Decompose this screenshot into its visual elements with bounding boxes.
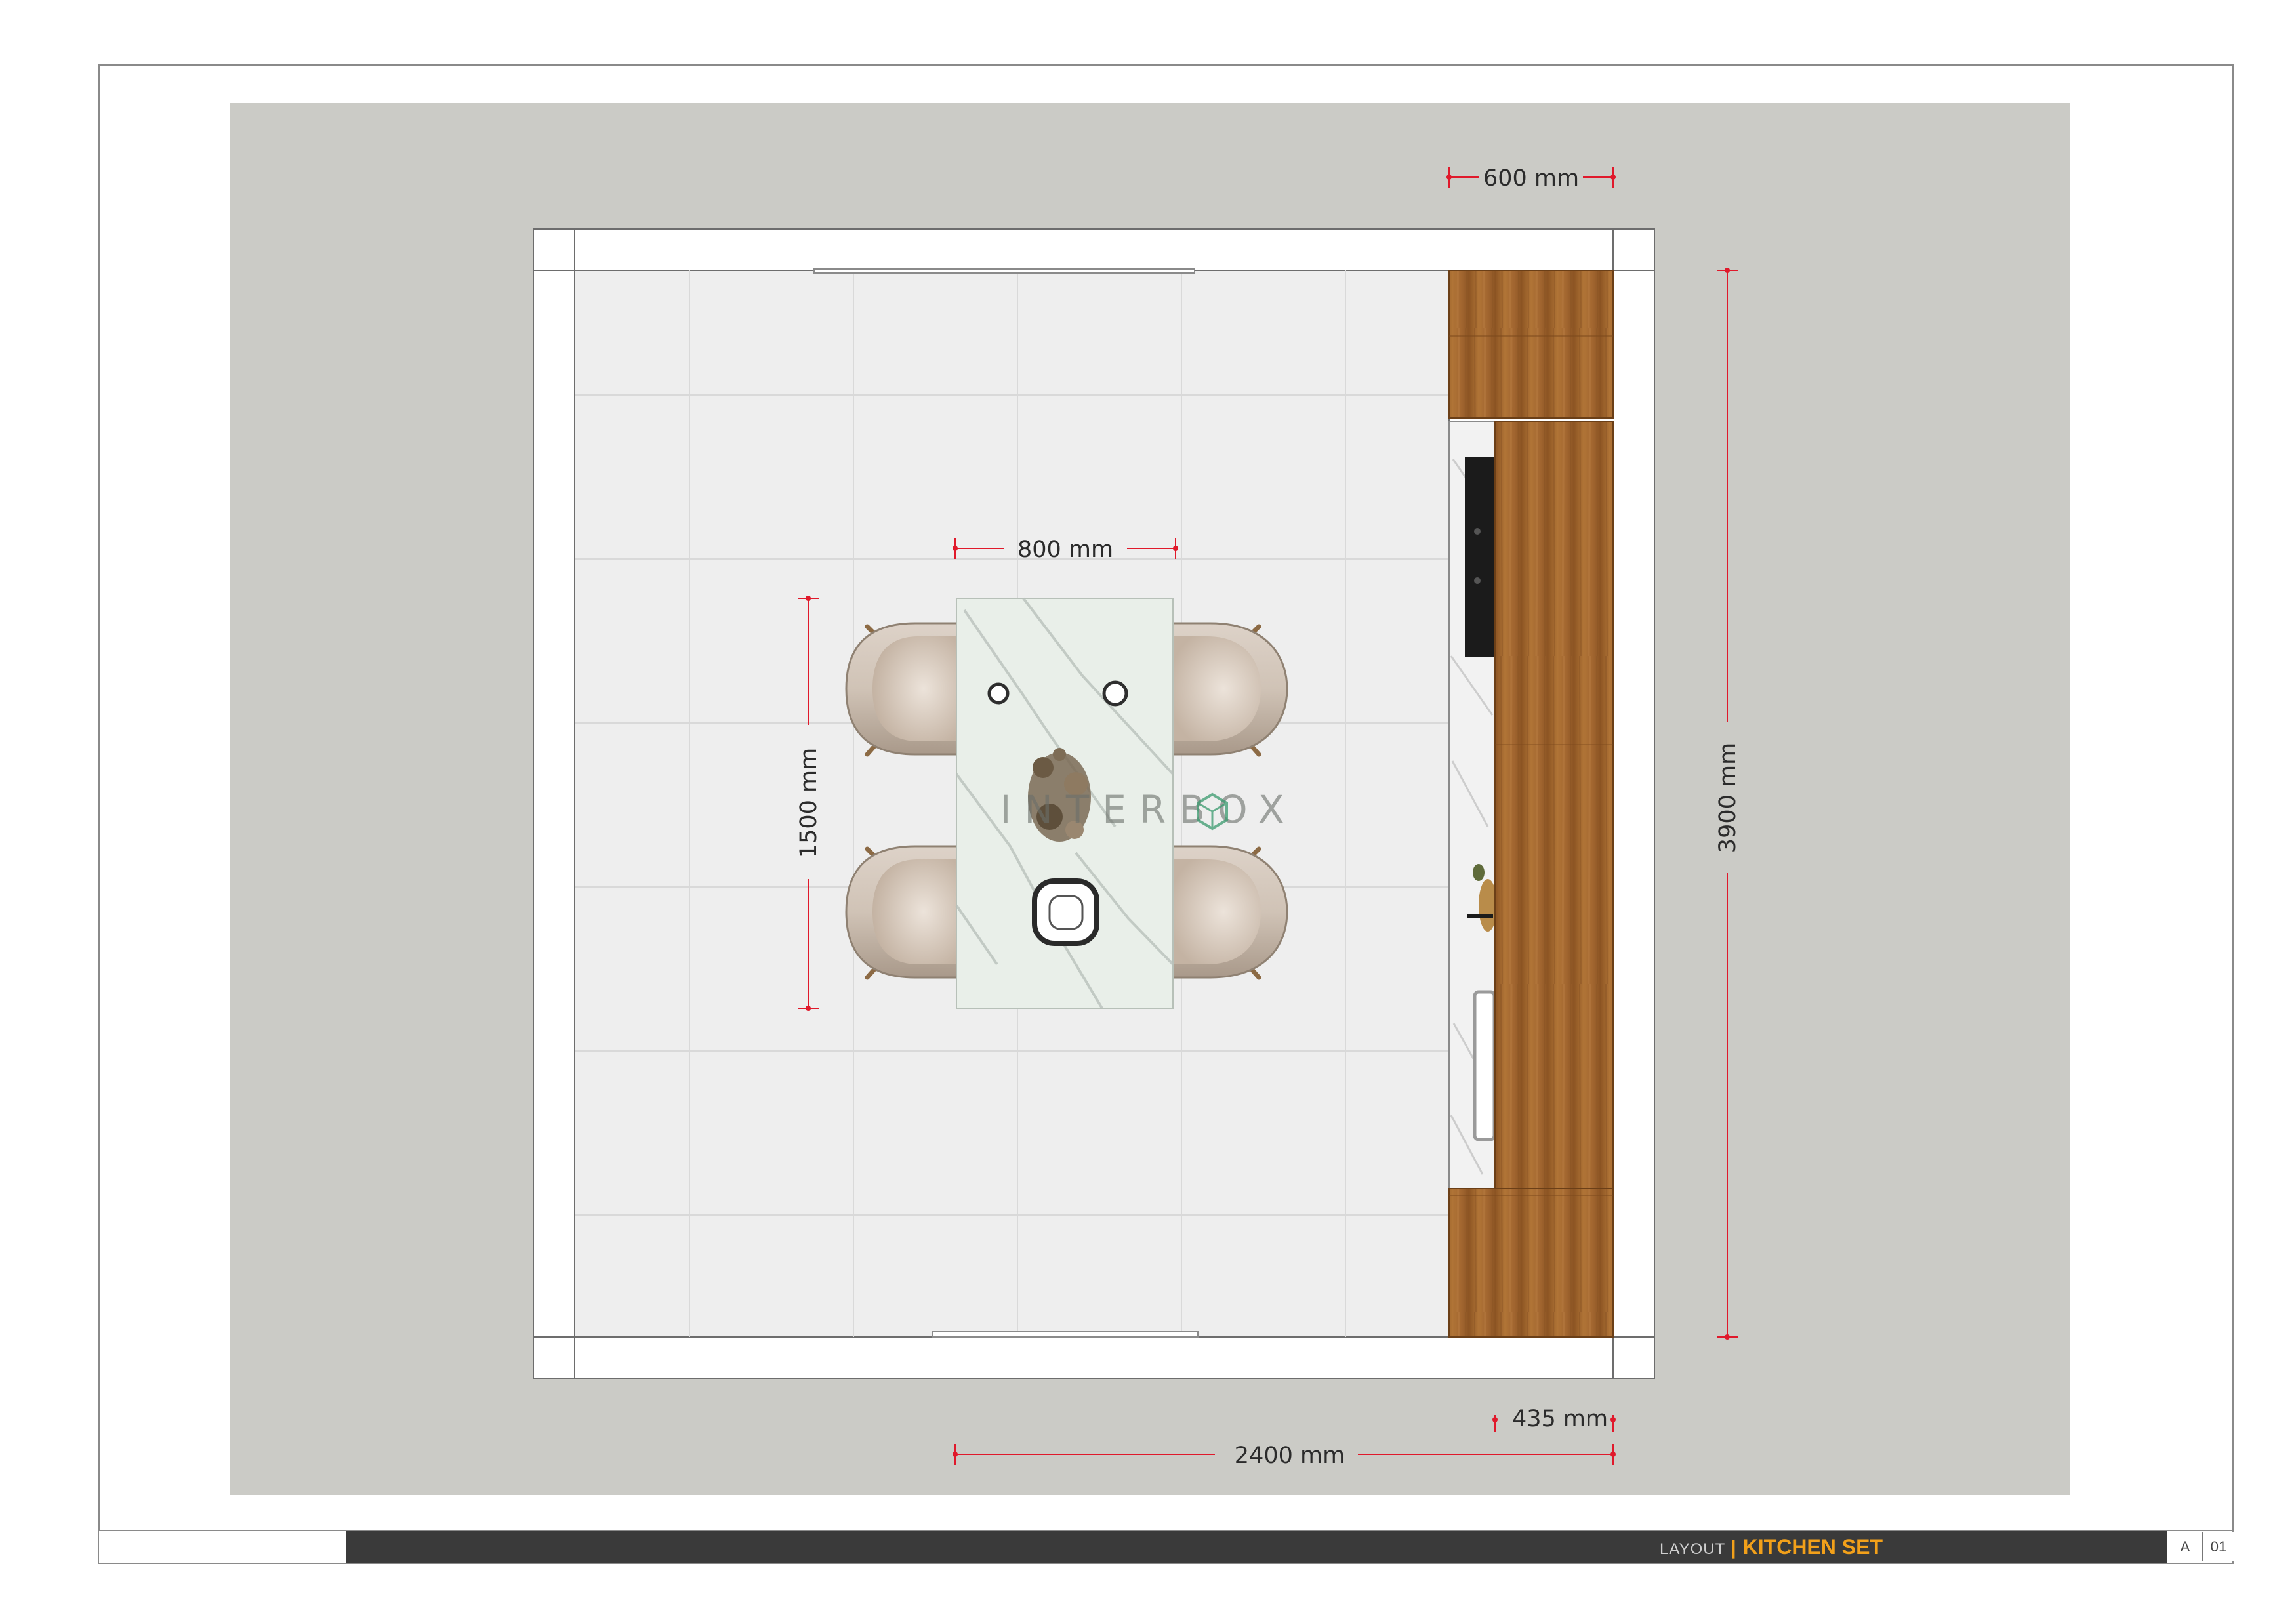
burner-2: [1474, 577, 1481, 584]
kitchen-layout-drawing: INTERBOX 600 mm 800 mm 1500 mm 3900 mm 4…: [98, 64, 2234, 1564]
dim-room-length-label: 3900 mm: [1715, 743, 1741, 853]
watermark-text: INTERBOX: [1000, 787, 1297, 832]
cutting-board: [1479, 879, 1497, 932]
burner-1: [1474, 528, 1481, 535]
title-label: LAYOUT: [1660, 1540, 1726, 1558]
upper-tall-cabinet: [1448, 270, 1614, 419]
dim-cabinet-depth-label: 600 mm: [1483, 165, 1579, 192]
leaf-decor: [1473, 864, 1485, 881]
chair-bottom-right: [1166, 845, 1288, 980]
lower-tall-cabinet: [1448, 1188, 1614, 1338]
cooktop: [1465, 457, 1494, 657]
dim-table-length-label: 1500 mm: [796, 748, 822, 858]
drawing-title: LAYOUT | KITCHEN SET: [1660, 1531, 1883, 1563]
plate-setting: [1032, 878, 1099, 946]
watermark: INTERBOX: [1000, 787, 1297, 832]
title-block-blank-cell: [99, 1531, 346, 1563]
sink: [1473, 990, 1496, 1141]
bottom-door: [932, 1331, 1199, 1338]
sheet-letter-cell: A: [2169, 1532, 2203, 1561]
cup-1: [987, 682, 1010, 705]
dim-table-width-label: 800 mm: [1017, 537, 1113, 563]
chair-top-right: [1166, 622, 1288, 757]
dim-counter-depth-label: 435 mm: [1512, 1406, 1608, 1432]
knife: [1467, 914, 1493, 918]
dim-room-width-label: 2400 mm: [1235, 1443, 1345, 1469]
top-window: [813, 268, 1195, 274]
title-separator: |: [1731, 1537, 1736, 1559]
cup-2: [1102, 680, 1128, 707]
title-block-bar: [346, 1531, 2167, 1563]
title-name: KITCHEN SET: [1742, 1535, 1883, 1559]
sheet-number-cell: 01: [2203, 1532, 2234, 1561]
wall-cabinet-right: [1494, 421, 1614, 1189]
chair-top-left: [845, 622, 959, 757]
chair-bottom-left: [845, 845, 959, 980]
